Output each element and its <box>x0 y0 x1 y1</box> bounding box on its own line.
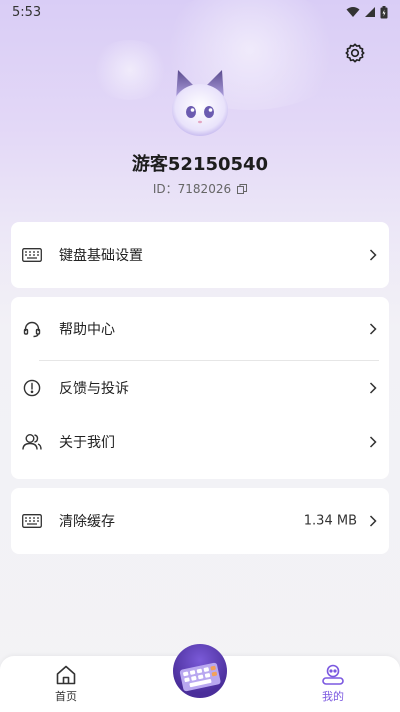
feedback-item[interactable]: 反馈与投诉 <box>11 361 389 415</box>
about-us-label: 关于我们 <box>59 435 115 451</box>
about-us-item[interactable]: 关于我们 <box>11 415 389 469</box>
keyboard-settings-card: 键盘基础设置 <box>11 222 389 288</box>
chevron-right-icon <box>369 382 377 395</box>
cache-size: 1.34 MB <box>303 513 357 529</box>
clear-cache-label: 清除缓存 <box>59 514 115 530</box>
gear-icon <box>345 43 365 63</box>
chevron-right-icon <box>369 323 377 336</box>
status-bar: 5:53 <box>0 0 400 24</box>
clear-cache-item[interactable]: 清除缓存 1.34 MB <box>11 488 389 554</box>
headset-icon <box>21 318 43 340</box>
home-icon <box>56 665 76 685</box>
nav-home[interactable]: 首页 <box>36 664 96 704</box>
copy-id-button[interactable] <box>237 183 248 194</box>
keyboard-settings-label: 键盘基础设置 <box>59 248 143 264</box>
users-icon <box>21 431 43 453</box>
battery-icon <box>380 5 388 18</box>
wifi-icon <box>346 7 360 17</box>
copy-icon <box>237 183 248 194</box>
chevron-right-icon <box>369 436 377 449</box>
keyboard-icon <box>21 244 43 266</box>
cat-avatar-image <box>172 70 228 136</box>
robot-icon <box>322 664 344 685</box>
user-id-row: ID：7182026 <box>0 180 400 197</box>
status-time: 5:53 <box>12 4 42 20</box>
nav-home-label: 首页 <box>55 690 77 703</box>
help-center-label: 帮助中心 <box>59 322 115 338</box>
support-card: 帮助中心 反馈与投诉 关于我们 <box>11 297 389 479</box>
signal-icon <box>365 7 375 17</box>
status-icons <box>346 5 388 19</box>
background-glow <box>90 40 170 100</box>
help-center-item[interactable]: 帮助中心 <box>11 301 389 357</box>
nav-mine-label: 我的 <box>322 690 344 703</box>
username: 游客52150540 <box>131 154 269 175</box>
keyboard-icon <box>21 510 43 532</box>
user-id: ID：7182026 <box>152 182 232 196</box>
keyboard-settings-item[interactable]: 键盘基础设置 <box>11 222 389 288</box>
exclamation-circle-icon <box>21 377 43 399</box>
feedback-label: 反馈与投诉 <box>59 381 129 397</box>
nav-mine[interactable]: 我的 <box>303 664 363 704</box>
avatar[interactable] <box>162 66 238 142</box>
keyboard-center-button[interactable] <box>173 644 227 698</box>
chevron-right-icon <box>369 515 377 528</box>
settings-button[interactable] <box>342 40 368 66</box>
clear-cache-card: 清除缓存 1.34 MB <box>11 488 389 554</box>
chevron-right-icon <box>369 249 377 262</box>
keyboard-illustration-icon <box>179 662 221 692</box>
